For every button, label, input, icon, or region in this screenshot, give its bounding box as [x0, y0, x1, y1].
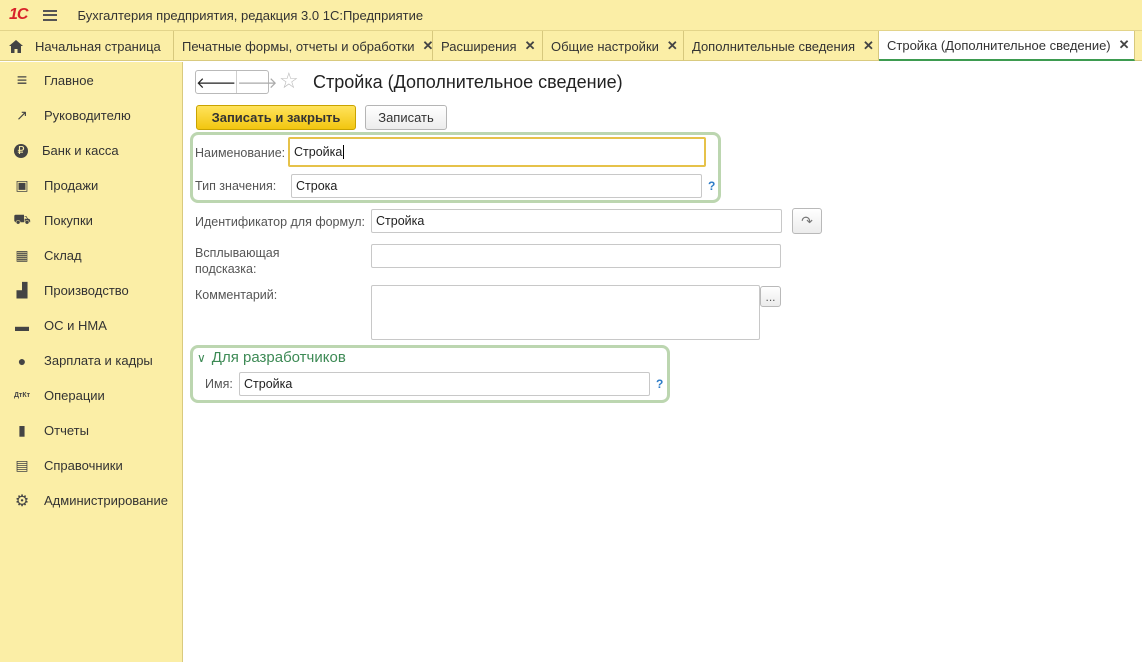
bar-chart-icon: ▮ [18, 422, 26, 438]
dev-name-input[interactable]: Стройка [239, 372, 650, 396]
sidebar-item-assets[interactable]: ▬ ОС и НМА [0, 308, 182, 343]
close-icon[interactable]: ✕ [525, 38, 536, 54]
title-bar: 1С Бухгалтерия предприятия, редакция 3.0… [0, 0, 1142, 31]
tab-label: Дополнительные сведения [692, 38, 856, 54]
list-icon: ≡ [16, 70, 28, 90]
home-icon [9, 39, 23, 53]
sidebar-item-sales[interactable]: ▣ Продажи [0, 168, 182, 203]
tooltip-label-line2: подсказка: [195, 262, 257, 276]
formula-id-label: Идентификатор для формул: [195, 215, 365, 229]
back-button[interactable]: 🡐 [196, 71, 238, 93]
ellipsis-icon: ... [765, 289, 776, 304]
sidebar-item-warehouse[interactable]: ▦ Склад [0, 238, 182, 273]
history-nav: 🡐 🡒 [195, 70, 277, 94]
close-icon[interactable]: ✕ [423, 38, 434, 54]
sidebar-item-label: Продажи [44, 178, 99, 193]
forward-button[interactable]: 🡒 [237, 71, 277, 93]
person-icon: ● [17, 352, 27, 369]
type-value: Строка [296, 179, 338, 193]
sidebar-item-label: ОС и НМА [44, 318, 107, 333]
formula-id-value: Стройка [376, 214, 425, 228]
form-area: 🡐 🡒 ☆ Стройка (Дополнительное сведение) … [184, 62, 1142, 662]
sidebar-item-label: Справочники [44, 458, 123, 473]
book-icon: ▤ [15, 457, 29, 473]
warehouse-icon: ▦ [15, 247, 29, 263]
favorite-star-icon[interactable]: ☆ [279, 69, 299, 93]
sidebar-item-manager[interactable]: ↗ Руководителю [0, 98, 182, 133]
ruble-icon: ₽ [14, 143, 28, 158]
sidebar-item-salary[interactable]: ● Зарплата и кадры [0, 343, 182, 378]
gear-icon: ⚙ [14, 492, 30, 510]
tooltip-input[interactable] [371, 244, 781, 268]
sidebar-item-bank[interactable]: ₽ Банк и касса [0, 133, 182, 168]
factory-icon: ▟ [16, 282, 28, 298]
refresh-icon: ↷ [801, 212, 813, 229]
developer-section-label: Для разработчиков [211, 349, 346, 366]
tab-print-forms[interactable]: Печатные формы, отчеты и обработки ✕ [174, 31, 433, 61]
tab-label: Стройка (Дополнительное сведение) [887, 37, 1111, 53]
type-help-icon[interactable]: ? [708, 179, 715, 193]
sidebar-item-label: Операции [44, 388, 105, 403]
sidebar-item-label: Главное [44, 73, 94, 88]
close-icon[interactable]: ✕ [667, 38, 678, 54]
dev-name-label: Имя: [205, 377, 233, 391]
type-label: Тип значения: [195, 179, 277, 193]
trend-icon: ↗ [16, 107, 28, 123]
sidebar-item-operations[interactable]: ДтКт Операции [0, 378, 182, 413]
tab-label: Печатные формы, отчеты и обработки [182, 38, 415, 54]
sidebar-item-purchases[interactable]: ⛟ Покупки [0, 203, 182, 238]
sidebar-item-directories[interactable]: ▤ Справочники [0, 448, 182, 483]
tab-bar: Начальная страница Печатные формы, отчет… [0, 31, 1142, 61]
tab-label: Общие настройки [551, 38, 659, 54]
comment-label: Комментарий: [195, 288, 278, 302]
tooltip-label-line1: Всплывающая [195, 246, 280, 260]
cart-icon: ⛟ [13, 211, 31, 227]
dev-name-value: Стройка [244, 377, 293, 391]
name-input[interactable]: Стройка [288, 137, 706, 167]
comment-textarea[interactable] [371, 285, 760, 340]
tab-general-settings[interactable]: Общие настройки ✕ [543, 31, 684, 61]
tab-label: Расширения [441, 38, 517, 54]
sidebar-item-label: Склад [44, 248, 82, 263]
truck-icon: ▬ [15, 317, 29, 334]
sidebar-item-label: Покупки [44, 213, 93, 228]
close-icon[interactable]: ✕ [1119, 37, 1130, 53]
page-title: Стройка (Дополнительное сведение) [313, 72, 623, 92]
comment-expand-button[interactable]: ... [760, 286, 781, 307]
sidebar-item-production[interactable]: ▟ Производство [0, 273, 182, 308]
tab-additional-info[interactable]: Дополнительные сведения ✕ [684, 31, 879, 61]
sidebar-item-main[interactable]: ≡ Главное [0, 63, 182, 98]
name-value: Стройка [294, 145, 343, 159]
sidebar-item-reports[interactable]: ▮ Отчеты [0, 413, 182, 448]
bag-icon: ▣ [15, 177, 29, 193]
close-icon[interactable]: ✕ [863, 38, 874, 54]
sidebar-item-label: Зарплата и кадры [44, 353, 153, 368]
tab-stroyka[interactable]: Стройка (Дополнительное сведение) ✕ [879, 31, 1135, 61]
sidebar-item-label: Руководителю [44, 108, 131, 123]
developer-section-header[interactable]: ∨ Для разработчиков [197, 349, 346, 366]
sidebar-item-admin[interactable]: ⚙ Администрирование [0, 483, 182, 518]
sidebar-item-label: Администрирование [44, 493, 168, 508]
sidebar-item-label: Банк и касса [42, 143, 119, 158]
debit-credit-icon: ДтКт [13, 392, 31, 399]
main-menu-icon[interactable] [43, 9, 58, 21]
save-button[interactable]: Записать [365, 105, 447, 130]
tab-label: Начальная страница [35, 38, 161, 54]
chevron-down-icon: ∨ [197, 350, 206, 365]
type-input[interactable]: Строка [291, 174, 702, 198]
sidebar: ≡ Главное ↗ Руководителю ₽ Банк и касса … [0, 62, 183, 662]
app-title: Бухгалтерия предприятия, редакция 3.0 1С… [77, 7, 424, 23]
name-label: Наименование: [195, 146, 286, 160]
dev-name-help-icon[interactable]: ? [656, 377, 663, 391]
refresh-id-button[interactable]: ↷ [792, 208, 822, 234]
save-and-close-button[interactable]: Записать и закрыть [196, 105, 356, 130]
formula-id-input[interactable]: Стройка [371, 209, 782, 233]
sidebar-item-label: Производство [44, 283, 129, 298]
app-logo: 1С [9, 6, 28, 23]
tab-extensions[interactable]: Расширения ✕ [433, 31, 543, 61]
sidebar-item-label: Отчеты [44, 423, 89, 438]
tab-home[interactable]: Начальная страница [0, 31, 174, 61]
